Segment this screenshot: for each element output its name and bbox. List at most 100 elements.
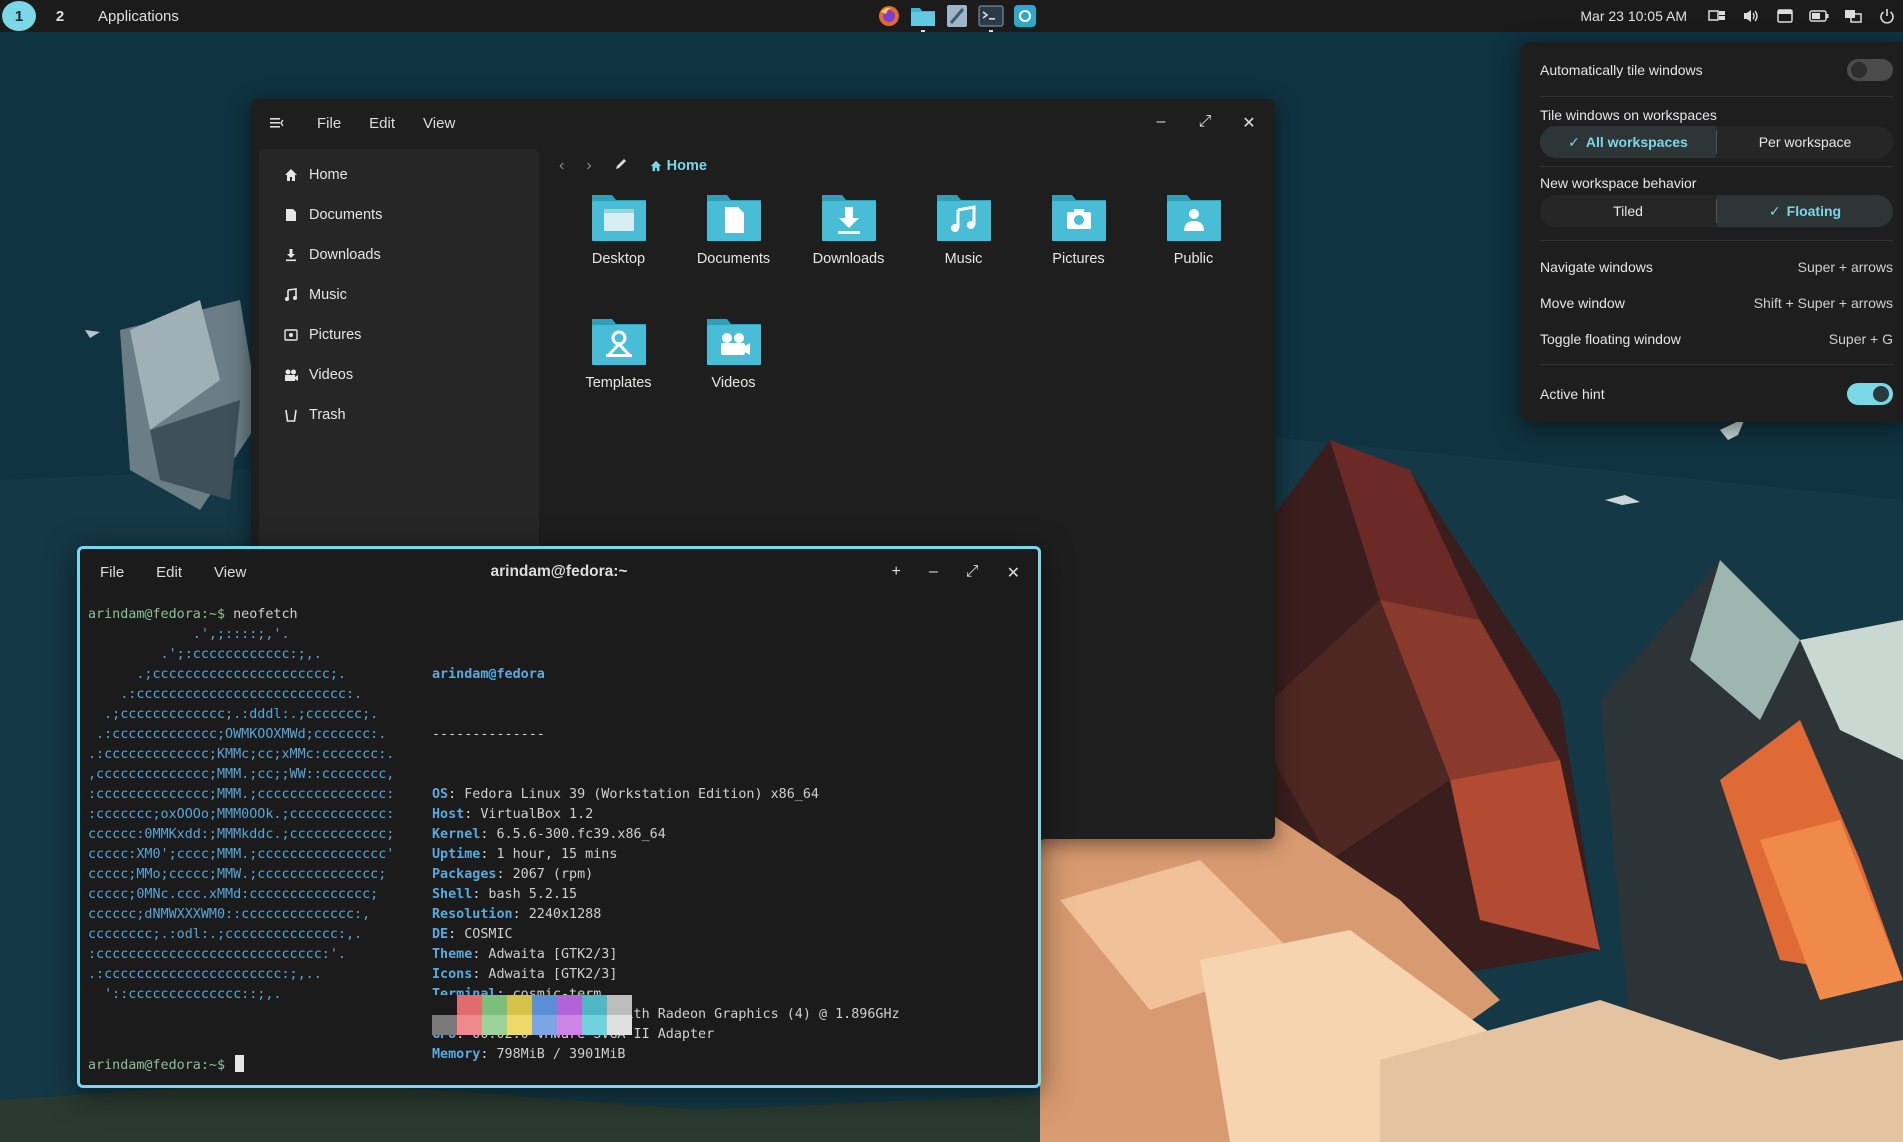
tiling-icon[interactable] bbox=[1707, 6, 1727, 26]
battery-icon[interactable] bbox=[1809, 6, 1829, 26]
folder-desktop[interactable]: Desktop bbox=[561, 187, 676, 267]
network-icon[interactable] bbox=[1843, 6, 1863, 26]
sidebar-item-pictures[interactable]: Pictures bbox=[259, 315, 539, 355]
folder-label: Downloads bbox=[812, 251, 885, 267]
close-button[interactable]: ✕ bbox=[1241, 113, 1257, 133]
folder-label: Pictures bbox=[1052, 251, 1105, 267]
sidebar-item-label: Downloads bbox=[309, 247, 381, 263]
floating-option[interactable]: ✓ Floating bbox=[1717, 195, 1893, 227]
store-app-icon[interactable] bbox=[1012, 3, 1038, 29]
folder-label: Desktop bbox=[591, 251, 646, 267]
active-hint-toggle[interactable] bbox=[1847, 383, 1893, 405]
maximize-button[interactable]: ⤢ bbox=[1197, 113, 1213, 133]
power-icon[interactable] bbox=[1877, 6, 1897, 26]
sidebar-item-downloads[interactable]: Downloads bbox=[259, 235, 539, 275]
toggle-knob bbox=[1873, 386, 1889, 402]
info-key: Memory bbox=[432, 1047, 481, 1062]
color-swatch bbox=[582, 1015, 607, 1035]
info-value: : VirtualBox 1.2 bbox=[464, 807, 594, 822]
folder-documents[interactable]: Documents bbox=[676, 187, 791, 267]
info-key: OS bbox=[432, 787, 449, 802]
minimize-button[interactable]: – bbox=[929, 563, 938, 583]
menu-file[interactable]: File bbox=[100, 564, 124, 581]
desktop-folder-icon bbox=[591, 195, 646, 241]
command-text: neofetch bbox=[225, 607, 298, 622]
sidebar-item-home[interactable]: Home bbox=[259, 155, 539, 195]
sidebar-item-music[interactable]: Music bbox=[259, 275, 539, 315]
forward-button[interactable]: › bbox=[586, 157, 591, 175]
sidebar-item-videos[interactable]: Videos bbox=[259, 355, 539, 395]
applications-menu[interactable]: Applications bbox=[98, 8, 179, 25]
shell-prompt: arindam@fedora:~$ bbox=[88, 607, 226, 622]
folder-music[interactable]: Music bbox=[906, 187, 1021, 267]
document-icon bbox=[283, 207, 299, 223]
per-workspace-option[interactable]: Per workspace bbox=[1717, 126, 1893, 158]
menu-file[interactable]: File bbox=[317, 115, 341, 132]
shell-prompt: arindam@fedora:~$ bbox=[88, 1058, 226, 1073]
info-value: : 2067 (rpm) bbox=[496, 867, 594, 882]
minimize-button[interactable]: – bbox=[1153, 113, 1169, 133]
auto-tile-toggle[interactable] bbox=[1847, 59, 1893, 81]
info-value: : bash 5.2.15 bbox=[472, 887, 578, 902]
sidebar-item-label: Trash bbox=[309, 407, 346, 423]
info-value: : Adwaita [GTK2/3] bbox=[472, 947, 618, 962]
workspace-2-button[interactable]: 2 bbox=[42, 0, 78, 32]
option-label: Tiled bbox=[1613, 203, 1643, 219]
text-editor-icon[interactable] bbox=[944, 3, 970, 29]
all-workspaces-option[interactable]: ✓ All workspaces bbox=[1540, 126, 1716, 158]
folder-label: Music bbox=[944, 251, 983, 267]
folder-videos[interactable]: Videos bbox=[676, 311, 791, 391]
info-key: Uptime bbox=[432, 847, 481, 862]
edit-path-icon[interactable] bbox=[614, 157, 628, 176]
sidebar-item-documents[interactable]: Documents bbox=[259, 195, 539, 235]
files-app-icon[interactable] bbox=[910, 3, 936, 32]
music-icon bbox=[283, 287, 299, 303]
clock[interactable]: Mar 23 10:05 AM bbox=[1580, 8, 1687, 24]
videos-folder-icon bbox=[706, 319, 761, 365]
volume-icon[interactable] bbox=[1741, 6, 1761, 26]
color-swatch bbox=[582, 995, 607, 1015]
option-label: Per workspace bbox=[1758, 134, 1852, 150]
info-line: DE: COSMIC bbox=[432, 925, 900, 945]
folder-public[interactable]: Public bbox=[1136, 187, 1251, 267]
logo-line: .:ccccccccccccc;OWMKOOXMWd;ccccccc:. bbox=[88, 727, 387, 742]
folder-templates[interactable]: Templates bbox=[561, 311, 676, 391]
back-button[interactable]: ‹ bbox=[559, 157, 564, 175]
color-swatch bbox=[607, 1015, 632, 1035]
sidebar-item-trash[interactable]: Trash bbox=[259, 395, 539, 435]
notifications-icon[interactable] bbox=[1775, 6, 1795, 26]
menu-view[interactable]: View bbox=[423, 115, 455, 132]
tiled-option[interactable]: Tiled bbox=[1540, 195, 1716, 227]
info-line: Icons: Adwaita [GTK2/3] bbox=[432, 965, 900, 985]
maximize-button[interactable]: ⤢ bbox=[966, 563, 979, 583]
shortcut-keys: Shift + Super + arrows bbox=[1753, 295, 1893, 311]
active-hint-label: Active hint bbox=[1540, 386, 1605, 402]
color-swatch bbox=[507, 995, 532, 1015]
sidebar-toggle-icon[interactable] bbox=[269, 116, 289, 130]
terminal-app-icon[interactable] bbox=[978, 3, 1004, 32]
check-icon: ✓ bbox=[1768, 202, 1781, 219]
info-value: : 1 hour, 15 mins bbox=[480, 847, 618, 862]
info-key: Packages bbox=[432, 867, 497, 882]
breadcrumb[interactable]: Home bbox=[650, 158, 707, 174]
workspace-1-button[interactable]: 1 bbox=[2, 1, 36, 31]
menu-view[interactable]: View bbox=[214, 564, 246, 581]
folder-pictures[interactable]: Pictures bbox=[1021, 187, 1136, 267]
logo-line: :ccccccc;oxOOOo;MMM0OOk.;cccccccccccc: bbox=[88, 807, 395, 822]
close-button[interactable]: ✕ bbox=[1007, 563, 1020, 583]
new-tab-button[interactable]: + bbox=[892, 563, 901, 583]
menu-edit[interactable]: Edit bbox=[156, 564, 182, 581]
downloads-folder-icon bbox=[821, 195, 876, 241]
folder-downloads[interactable]: Downloads bbox=[791, 187, 906, 267]
logo-line: cccccc;dNMWXXXWM0::cccccccccccccc:, bbox=[88, 907, 371, 922]
firefox-icon[interactable] bbox=[876, 3, 902, 29]
logo-line: .:ccccccccccccc;KMMc;cc;xMMc:ccccccc:. bbox=[88, 747, 395, 762]
logo-line: .;ccccccccccccc;.:dddl:.;ccccccc;. bbox=[88, 707, 379, 722]
terminal-output[interactable]: arindam@fedora:~$ neofetch .',;::::;,'. … bbox=[88, 605, 1030, 1077]
active-prompt-line[interactable]: arindam@fedora:~$ bbox=[88, 1055, 245, 1076]
info-line: OS: Fedora Linux 39 (Workstation Edition… bbox=[432, 785, 900, 805]
menu-edit[interactable]: Edit bbox=[369, 115, 395, 132]
text-cursor bbox=[235, 1055, 245, 1072]
info-rule: -------------- bbox=[432, 727, 545, 742]
folder-label: Public bbox=[1173, 251, 1214, 267]
